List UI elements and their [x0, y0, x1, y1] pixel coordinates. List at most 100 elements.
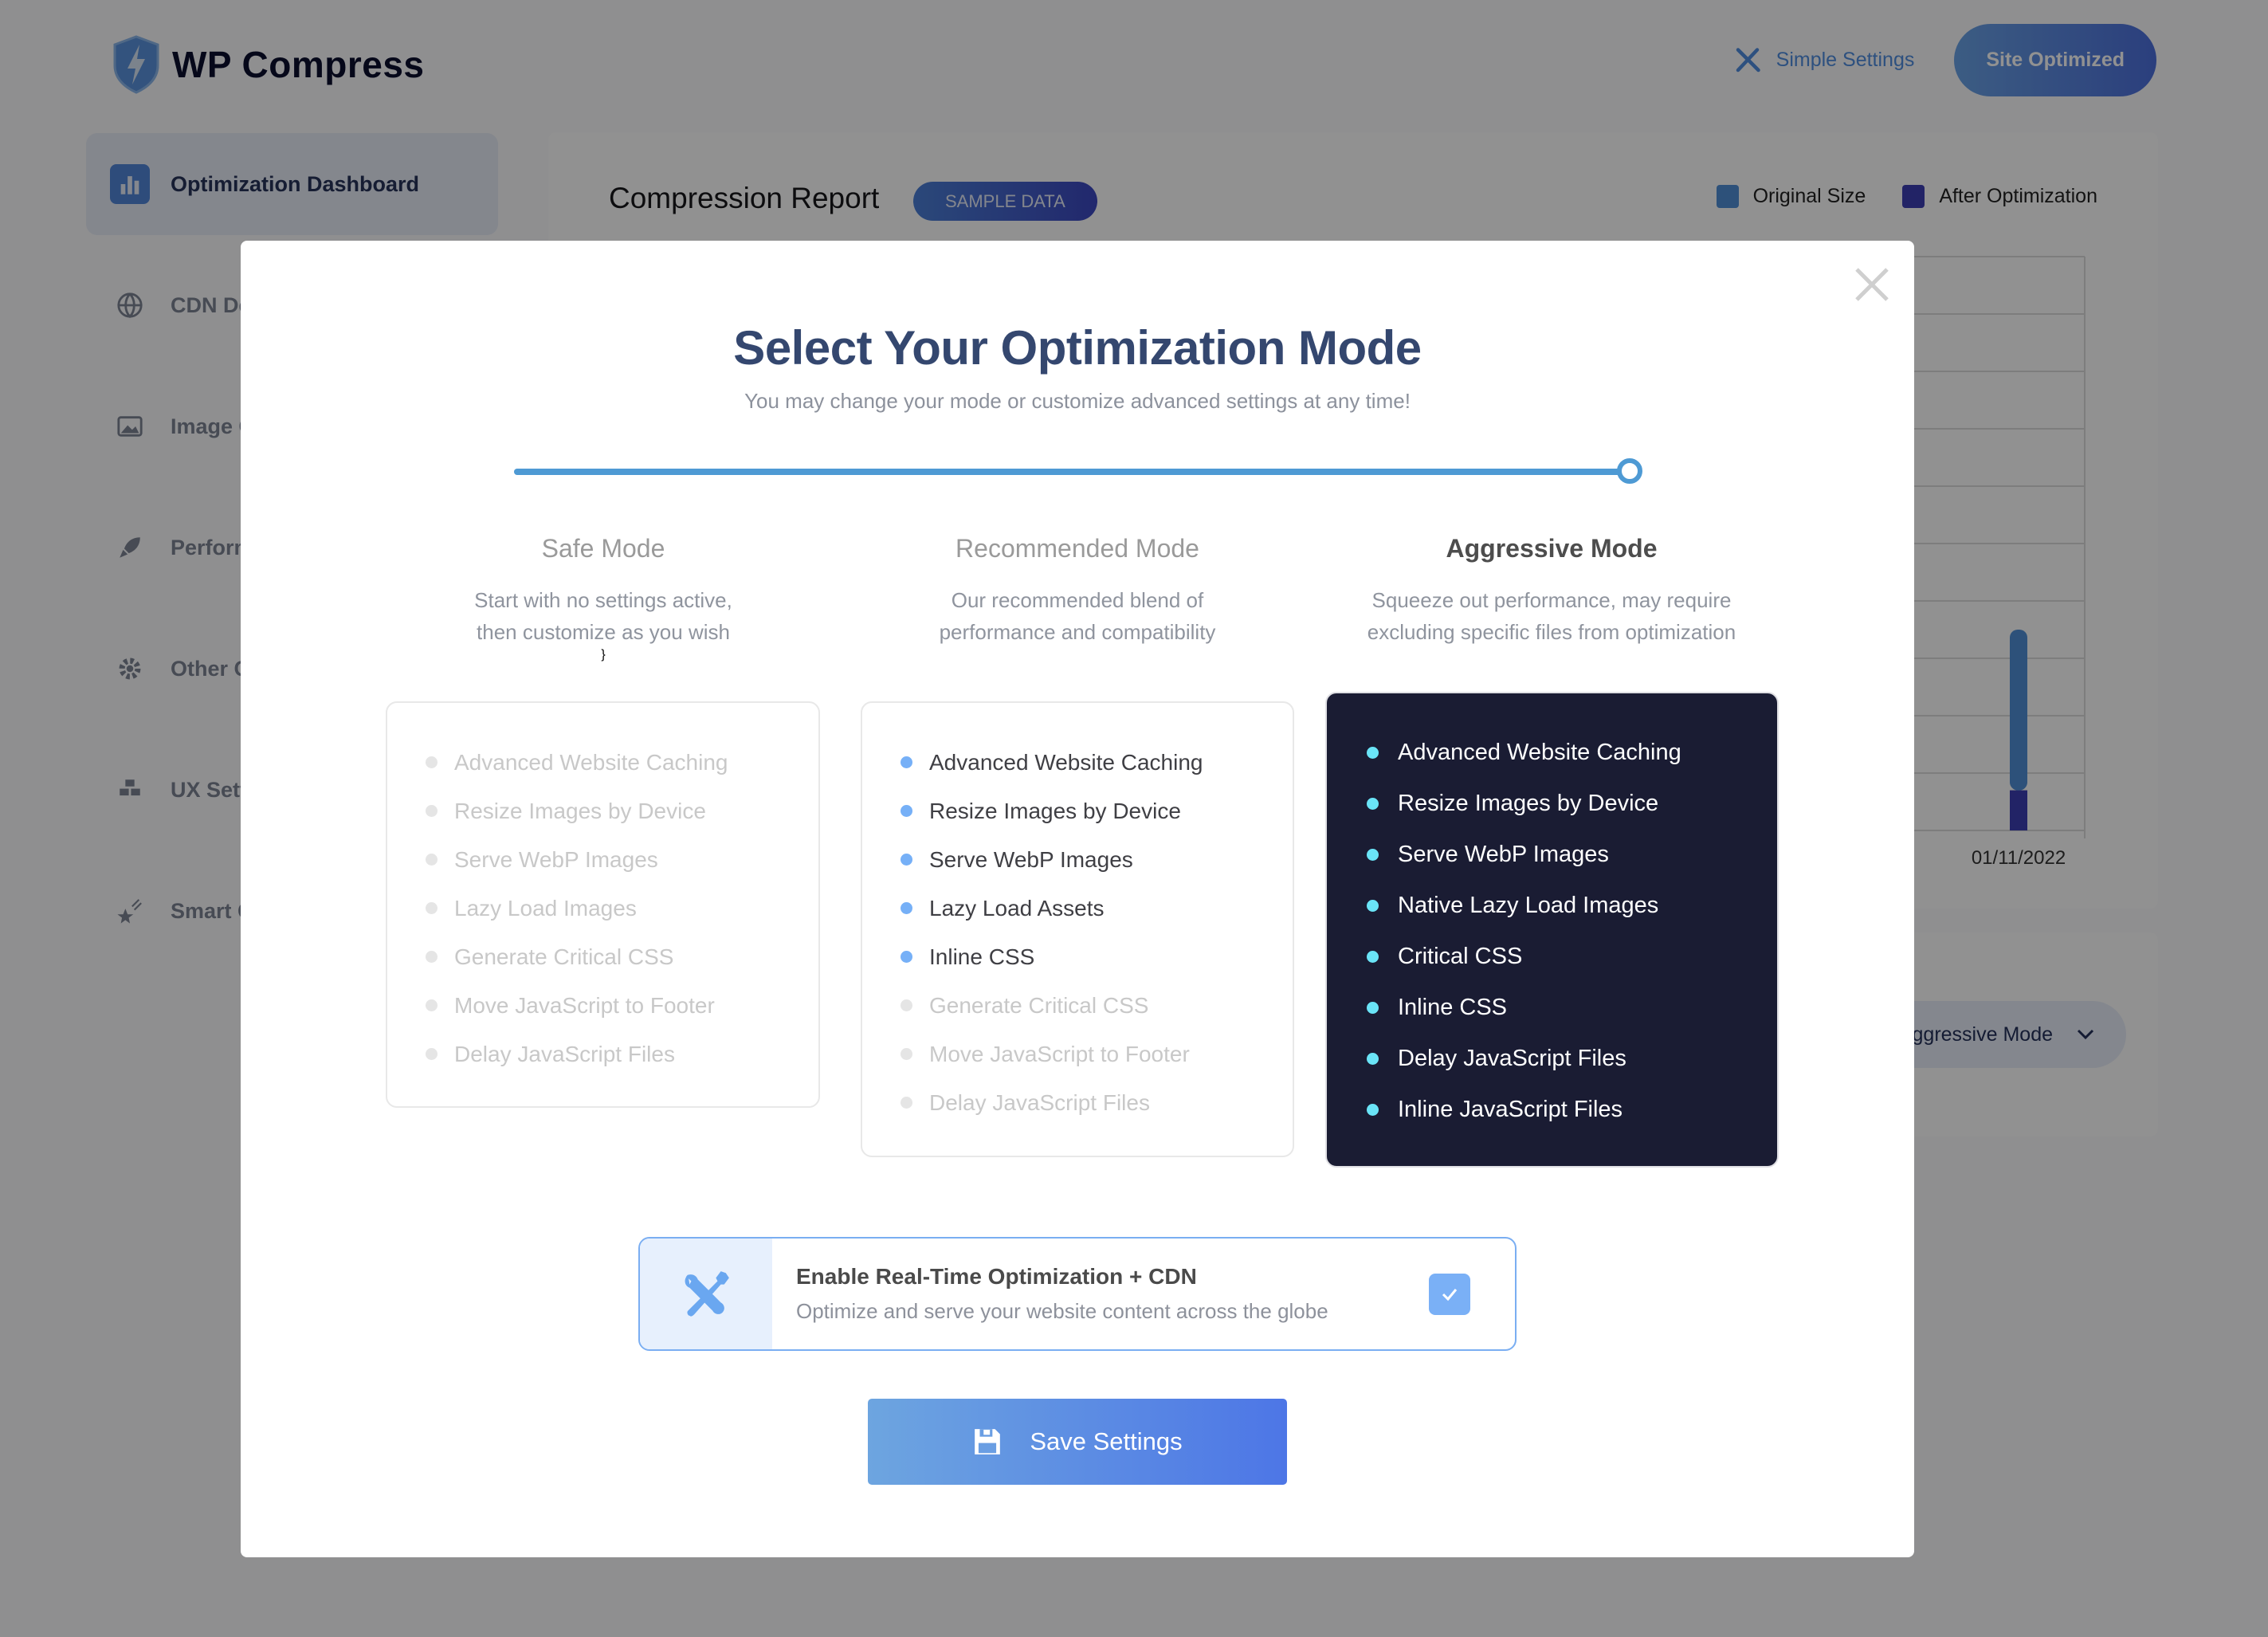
- feature-label: Move JavaScript to Footer: [454, 992, 715, 1018]
- feature-item: Native Lazy Load Images: [1367, 880, 1777, 931]
- disabled-dot-icon: [426, 999, 438, 1011]
- feature-label: Resize Images by Device: [929, 798, 1181, 823]
- mode-heading-aggressive[interactable]: Aggressive Mode Squeeze out performance,…: [1313, 534, 1791, 648]
- mode-desc-line: Our recommended blend of: [951, 588, 1204, 612]
- mode-description: Squeeze out performance, may require exc…: [1313, 584, 1791, 648]
- feature-label: Serve WebP Images: [1398, 841, 1609, 867]
- feature-item: Inline CSS: [901, 932, 1293, 981]
- realtime-icon-box: [640, 1239, 772, 1349]
- disabled-dot-icon: [426, 854, 438, 866]
- feature-label: Inline CSS: [929, 944, 1035, 969]
- feature-item: Advanced Website Caching: [426, 738, 818, 787]
- feature-label: Serve WebP Images: [454, 846, 658, 872]
- modal-title: Select Your Optimization Mode: [733, 321, 1422, 375]
- feature-label: Generate Critical CSS: [929, 992, 1149, 1018]
- feature-label: Delay JavaScript Files: [454, 1041, 675, 1066]
- mode-desc-line: Squeeze out performance, may require: [1371, 588, 1732, 612]
- realtime-checkbox[interactable]: [1429, 1273, 1470, 1315]
- mode-description: Our recommended blend of performance and…: [838, 584, 1316, 648]
- feature-item: Advanced Website Caching: [1367, 727, 1777, 778]
- feature-item: Delay JavaScript Files: [1367, 1033, 1777, 1084]
- feature-item: Delay JavaScript Files: [426, 1030, 818, 1078]
- slider-thumb[interactable]: [1617, 458, 1642, 484]
- feature-item: Inline CSS: [1367, 982, 1777, 1033]
- enabled-dot-icon: [901, 854, 912, 866]
- save-settings-button[interactable]: Save Settings: [868, 1399, 1287, 1485]
- disabled-dot-icon: [426, 1048, 438, 1060]
- mode-card-recommended[interactable]: Advanced Website Caching Resize Images by…: [861, 701, 1294, 1157]
- feature-label: Native Lazy Load Images: [1398, 892, 1659, 918]
- feature-item: Serve WebP Images: [901, 835, 1293, 884]
- mode-card-safe[interactable]: Advanced Website Caching Resize Images by…: [386, 701, 820, 1108]
- feature-label: Advanced Website Caching: [1398, 739, 1681, 765]
- feature-item: Generate Critical CSS: [901, 981, 1293, 1030]
- feature-item: Inline JavaScript Files: [1367, 1084, 1777, 1135]
- feature-item: Serve WebP Images: [1367, 829, 1777, 880]
- mode-description: Start with no settings active, then cust…: [364, 584, 842, 648]
- floppy-disk-icon: [975, 1429, 1001, 1454]
- feature-item: Generate Critical CSS: [426, 932, 818, 981]
- feature-label: Advanced Website Caching: [929, 749, 1203, 775]
- mode-card-aggressive[interactable]: Advanced Website Caching Resize Images by…: [1325, 692, 1779, 1168]
- disabled-dot-icon: [901, 999, 912, 1011]
- mode-name: Aggressive Mode: [1446, 534, 1658, 563]
- disabled-dot-icon: [426, 805, 438, 817]
- feature-item: Serve WebP Images: [426, 835, 818, 884]
- feature-item: Move JavaScript to Footer: [901, 1030, 1293, 1078]
- mode-slider[interactable]: [514, 458, 1642, 484]
- checkmark-icon: [1442, 1288, 1458, 1301]
- enabled-dot-icon: [1367, 899, 1379, 912]
- realtime-title: Enable Real-Time Optimization + CDN: [796, 1264, 1197, 1289]
- feature-label: Critical CSS: [1398, 943, 1523, 969]
- feature-label: Resize Images by Device: [1398, 790, 1659, 816]
- disabled-dot-icon: [426, 902, 438, 914]
- wrench-screwdriver-icon: [685, 1270, 729, 1317]
- disabled-dot-icon: [901, 1048, 912, 1060]
- feature-label: Move JavaScript to Footer: [929, 1041, 1190, 1066]
- mode-name: Safe Mode: [541, 534, 665, 563]
- feature-label: Generate Critical CSS: [454, 944, 674, 969]
- enabled-dot-icon: [1367, 950, 1379, 963]
- optimization-mode-modal: Select Your Optimization Mode You may ch…: [241, 241, 1914, 1557]
- feature-item: Advanced Website Caching: [901, 738, 1293, 787]
- mode-desc-line: excluding specific files from optimizati…: [1367, 620, 1736, 644]
- close-icon: [1855, 268, 1889, 301]
- feature-item: Resize Images by Device: [901, 787, 1293, 835]
- realtime-cdn-option[interactable]: Enable Real-Time Optimization + CDN Opti…: [638, 1237, 1517, 1351]
- feature-label: Resize Images by Device: [454, 798, 706, 823]
- feature-label: Inline JavaScript Files: [1398, 1096, 1623, 1122]
- feature-item: Resize Images by Device: [1367, 778, 1777, 829]
- feature-item: Lazy Load Images: [426, 884, 818, 932]
- enabled-dot-icon: [1367, 1103, 1379, 1116]
- enabled-dot-icon: [1367, 797, 1379, 810]
- feature-label: Advanced Website Caching: [454, 749, 728, 775]
- feature-label: Lazy Load Images: [454, 895, 637, 921]
- close-button[interactable]: [1852, 265, 1892, 304]
- enabled-dot-icon: [901, 951, 912, 963]
- feature-label: Lazy Load Assets: [929, 895, 1105, 921]
- mode-heading-safe[interactable]: Safe Mode Start with no settings active,…: [364, 534, 842, 662]
- disabled-dot-icon: [901, 1097, 912, 1109]
- enabled-dot-icon: [901, 805, 912, 817]
- feature-item: Critical CSS: [1367, 931, 1777, 982]
- feature-label: Delay JavaScript Files: [929, 1089, 1150, 1115]
- feature-label: Delay JavaScript Files: [1398, 1045, 1626, 1071]
- feature-label: Serve WebP Images: [929, 846, 1133, 872]
- slider-fill: [514, 469, 1630, 475]
- enabled-dot-icon: [1367, 1052, 1379, 1065]
- feature-item: Delay JavaScript Files: [901, 1078, 1293, 1127]
- mode-heading-recommended[interactable]: Recommended Mode Our recommended blend o…: [838, 534, 1316, 648]
- feature-item: Resize Images by Device: [426, 787, 818, 835]
- mode-desc-line: Start with no settings active,: [474, 588, 732, 612]
- feature-item: Move JavaScript to Footer: [426, 981, 818, 1030]
- realtime-text: Enable Real-Time Optimization + CDN Opti…: [796, 1264, 1429, 1324]
- enabled-dot-icon: [1367, 746, 1379, 759]
- mode-desc-line: performance and compatibility: [939, 620, 1216, 644]
- modal-subtitle: You may change your mode or customize ad…: [744, 389, 1411, 413]
- disabled-dot-icon: [426, 951, 438, 963]
- save-settings-label: Save Settings: [1030, 1427, 1183, 1455]
- enabled-dot-icon: [901, 756, 912, 768]
- enabled-dot-icon: [901, 902, 912, 914]
- realtime-description: Optimize and serve your website content …: [796, 1299, 1328, 1323]
- feature-label: Inline CSS: [1398, 994, 1508, 1020]
